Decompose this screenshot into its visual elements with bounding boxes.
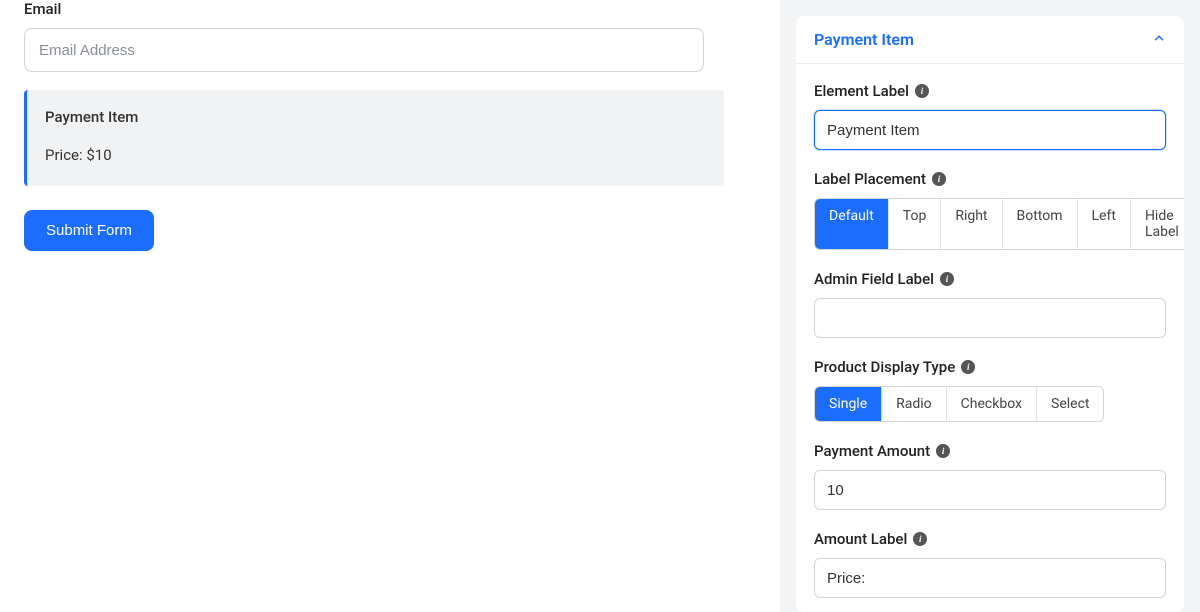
- admin-label-input[interactable]: [814, 298, 1166, 338]
- payment-item-element[interactable]: Payment Item Price: $10: [24, 90, 724, 186]
- payment-item-price: Price: $10: [45, 146, 706, 164]
- email-field-block: Email: [24, 0, 756, 72]
- placement-hide[interactable]: Hide Label: [1131, 199, 1184, 249]
- element-label-input[interactable]: [814, 110, 1166, 150]
- placement-top[interactable]: Top: [889, 199, 942, 249]
- display-checkbox[interactable]: Checkbox: [947, 387, 1037, 421]
- info-icon[interactable]: i: [961, 360, 975, 374]
- placement-left[interactable]: Left: [1078, 199, 1131, 249]
- element-label-section: Element Label i: [814, 82, 1166, 150]
- amount-label-section: Amount Label i: [814, 530, 1166, 598]
- settings-panel: Payment Item Element Label i Label Place…: [796, 16, 1184, 612]
- panel-title: Payment Item: [814, 30, 914, 49]
- payment-item-title: Payment Item: [45, 108, 706, 126]
- element-label-text: Element Label: [814, 82, 909, 100]
- placement-default[interactable]: Default: [815, 199, 889, 249]
- admin-label-text: Admin Field Label: [814, 270, 934, 288]
- amount-label-input[interactable]: [814, 558, 1166, 598]
- display-single[interactable]: Single: [815, 387, 882, 421]
- label-placement-group: Default Top Right Bottom Left Hide Label: [814, 198, 1184, 250]
- display-type-group: Single Radio Checkbox Select: [814, 386, 1104, 422]
- payment-amount-section: Payment Amount i: [814, 442, 1166, 510]
- submit-button[interactable]: Submit Form: [24, 210, 154, 251]
- email-label: Email: [24, 0, 756, 18]
- info-icon[interactable]: i: [936, 444, 950, 458]
- form-preview: Email Payment Item Price: $10 Submit For…: [0, 0, 780, 612]
- placement-bottom[interactable]: Bottom: [1003, 199, 1078, 249]
- placement-right[interactable]: Right: [941, 199, 1002, 249]
- info-icon[interactable]: i: [915, 84, 929, 98]
- info-icon[interactable]: i: [913, 532, 927, 546]
- label-placement-section: Label Placement i Default Top Right Bott…: [814, 170, 1166, 250]
- display-type-section: Product Display Type i Single Radio Chec…: [814, 358, 1166, 422]
- display-radio[interactable]: Radio: [882, 387, 947, 421]
- payment-amount-text: Payment Amount: [814, 442, 930, 460]
- chevron-up-icon[interactable]: [1152, 31, 1166, 49]
- info-icon[interactable]: i: [932, 172, 946, 186]
- payment-amount-input[interactable]: [814, 470, 1166, 510]
- panel-body: Element Label i Label Placement i Defaul…: [796, 64, 1184, 612]
- panel-header[interactable]: Payment Item: [796, 16, 1184, 64]
- info-icon[interactable]: i: [940, 272, 954, 286]
- label-placement-text: Label Placement: [814, 170, 926, 188]
- display-type-text: Product Display Type: [814, 358, 955, 376]
- admin-label-section: Admin Field Label i: [814, 270, 1166, 338]
- email-input[interactable]: [24, 28, 704, 72]
- amount-label-text: Amount Label: [814, 530, 907, 548]
- settings-sidebar: Payment Item Element Label i Label Place…: [780, 0, 1200, 612]
- display-select[interactable]: Select: [1037, 387, 1103, 421]
